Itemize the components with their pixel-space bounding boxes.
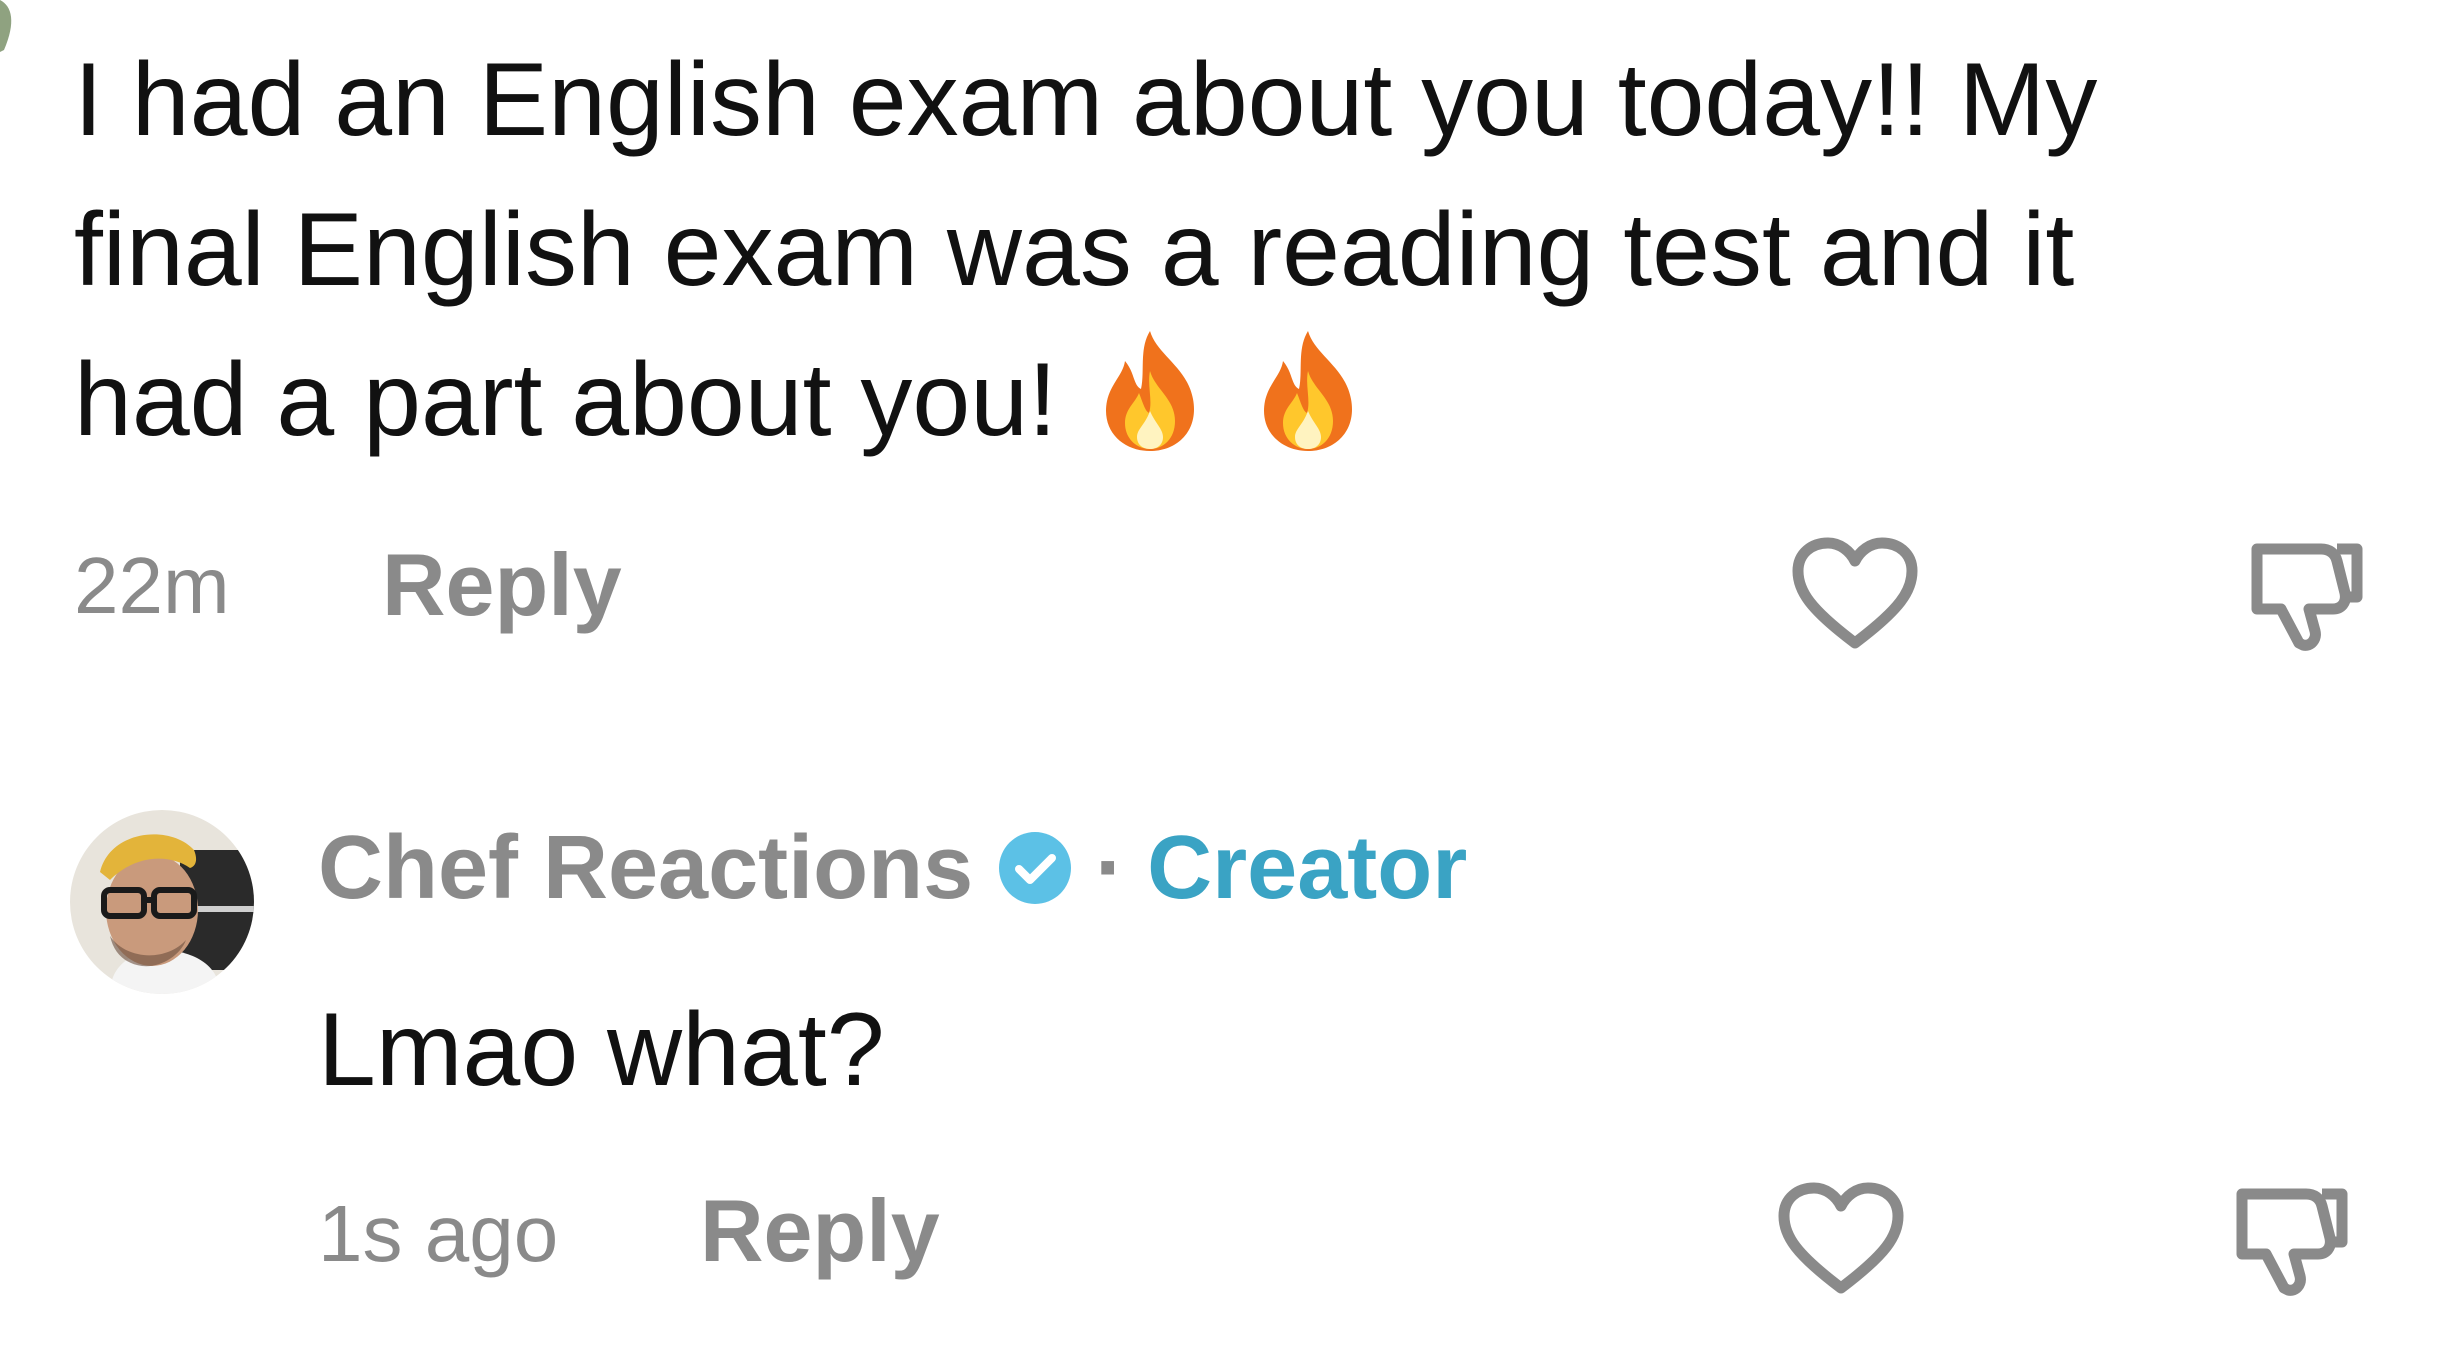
comment-text-line-3: had a part about you! xyxy=(74,325,1363,475)
avatar-image xyxy=(70,810,254,994)
fire-icon xyxy=(1105,331,1194,451)
reply-button[interactable]: Reply xyxy=(382,534,622,636)
heart-like-icon[interactable] xyxy=(1790,535,1920,653)
creator-badge: Creator xyxy=(1147,817,1468,918)
reply-button[interactable]: Reply xyxy=(700,1180,940,1282)
comment-text: Lmao what? xyxy=(318,992,885,1108)
comment-timestamp: 22m xyxy=(74,541,230,630)
leaf-fragment-icon xyxy=(0,0,12,52)
dislike-icon[interactable] xyxy=(2245,535,2371,653)
comment-timestamp: 1s ago xyxy=(318,1189,559,1278)
fire-icon xyxy=(1263,331,1352,451)
author-name[interactable]: Chef Reactions xyxy=(318,817,973,920)
comment-text-line-3-text: had a part about you! xyxy=(74,342,1057,458)
separator-dot: · xyxy=(1095,817,1126,918)
heart-like-icon[interactable] xyxy=(1776,1180,1906,1298)
avatar[interactable] xyxy=(70,810,254,994)
verified-badge-icon xyxy=(999,832,1072,904)
comment-text-line-2: final English exam was a reading test an… xyxy=(74,192,2075,308)
dislike-icon[interactable] xyxy=(2230,1180,2356,1298)
comment-text-line-1: I had an English exam about you today!! … xyxy=(74,42,2098,158)
comment-author-row: Chef Reactions · Creator xyxy=(318,808,1467,928)
